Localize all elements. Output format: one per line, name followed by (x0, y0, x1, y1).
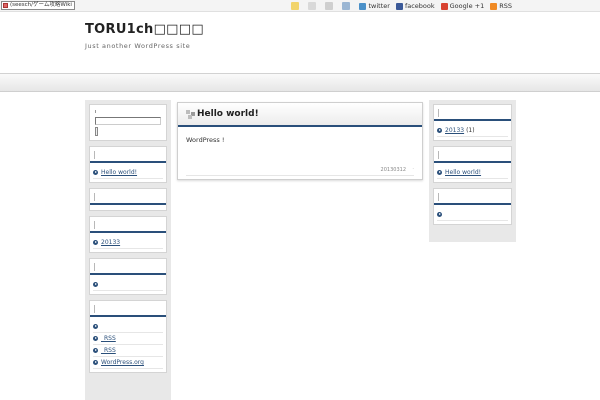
site-title[interactable]: TORU1ch□□□□ (85, 22, 204, 37)
list-item[interactable]: _RSS (93, 345, 163, 357)
search-button[interactable] (95, 127, 98, 136)
twitter-link[interactable]: twitter (359, 2, 390, 10)
bullet-icon (93, 282, 98, 287)
search-form (93, 107, 163, 137)
post-title[interactable]: Hello world! (197, 109, 259, 119)
post-header: Hello world! (178, 103, 422, 127)
comments-rss-link[interactable]: _RSS (101, 347, 116, 354)
list-item[interactable] (437, 209, 508, 221)
bullet-icon (93, 324, 98, 329)
bullet-icon (437, 128, 442, 133)
rss-icon (490, 2, 498, 10)
facebook-link[interactable]: facebook (395, 2, 435, 10)
post-footer-divider (186, 175, 414, 176)
search-label (95, 110, 96, 113)
site-description: Just another WordPress site (85, 42, 191, 50)
twitter-label: twitter (368, 2, 390, 10)
browser-tab[interactable]: (seesch/ゲーム攻略Wiki (1, 1, 75, 10)
bullet-icon (437, 170, 442, 175)
google-plus-link[interactable]: Google +1 (440, 2, 485, 10)
widget-title (90, 189, 166, 205)
favicon-icon (3, 3, 8, 8)
post-card: Hello world! WordPress ! 20130312 · (177, 102, 423, 180)
recent-posts-widget: Hello world! (89, 146, 167, 183)
widget-title (90, 147, 166, 163)
rss-link[interactable]: RSS (490, 2, 512, 10)
list-item[interactable]: WordPress.org (93, 357, 163, 369)
search-widget (89, 104, 167, 141)
categories-widget (89, 258, 167, 295)
bullet-icon (93, 170, 98, 175)
bullet-icon (93, 240, 98, 245)
twitter-icon (359, 2, 367, 10)
post-content: WordPress ! (186, 136, 225, 144)
archive-link[interactable]: 20133 (101, 239, 120, 246)
site-header: TORU1ch□□□□ Just another WordPress site (0, 12, 600, 73)
post-icon (186, 110, 195, 119)
mail-icon[interactable] (325, 2, 334, 10)
archives-widget: 20133 (1) (433, 104, 512, 141)
list-item[interactable]: Hello world! (93, 167, 163, 179)
facebook-label: facebook (404, 2, 435, 10)
widget-title (90, 217, 166, 233)
recent-post-link[interactable]: Hello world! (101, 169, 137, 176)
widget-title (90, 259, 166, 275)
wordpress-org-link[interactable]: WordPress.org (101, 359, 144, 366)
google-plus-label: Google +1 (449, 2, 485, 10)
widget-title (434, 105, 511, 121)
browser-tab-title: (seesch/ゲーム攻略Wiki (10, 2, 72, 8)
pencil-icon[interactable] (291, 2, 300, 10)
list-item[interactable] (93, 279, 163, 291)
share-links: twitter facebook Google +1 RSS (291, 1, 518, 11)
google-plus-icon (440, 2, 448, 10)
widget-title (434, 189, 511, 205)
list-item[interactable]: Hello world! (437, 167, 508, 179)
facebook-icon (395, 2, 403, 10)
recent-post-link[interactable]: Hello world! (445, 169, 481, 176)
bookmark-icon[interactable] (342, 2, 351, 10)
bullet-icon (93, 336, 98, 341)
bullet-icon (437, 212, 442, 217)
rss-label: RSS (499, 2, 512, 10)
widget-title (434, 147, 511, 163)
document-icon[interactable] (308, 2, 317, 10)
empty-widget (89, 188, 167, 211)
archive-link[interactable]: 20133 (445, 127, 464, 134)
post-mark: · (412, 166, 414, 172)
right-sidebar: 20133 (1) Hello world! (429, 100, 516, 242)
list-item[interactable]: 20133 (1) (437, 125, 508, 137)
list-item[interactable] (93, 321, 163, 333)
archive-count: (1) (466, 127, 475, 134)
recent-posts-widget: Hello world! (433, 146, 512, 183)
list-item[interactable]: _RSS (93, 333, 163, 345)
left-sidebar: Hello world! 20133 _RSS _RSS WordPress.o… (85, 100, 171, 400)
archives-widget: 20133 (89, 216, 167, 253)
post-body: WordPress ! 20130312 · (178, 127, 422, 179)
entries-rss-link[interactable]: _RSS (101, 335, 116, 342)
categories-widget (433, 188, 512, 225)
bullet-icon (93, 360, 98, 365)
search-input[interactable] (95, 117, 161, 125)
header-band (0, 73, 600, 92)
post-date: 20130312 (380, 167, 406, 173)
bullet-icon (93, 348, 98, 353)
meta-widget: _RSS _RSS WordPress.org (89, 300, 167, 373)
top-bar: (seesch/ゲーム攻略Wiki twitter facebook Googl… (0, 0, 600, 12)
list-item[interactable]: 20133 (93, 237, 163, 249)
widget-title (90, 301, 166, 317)
